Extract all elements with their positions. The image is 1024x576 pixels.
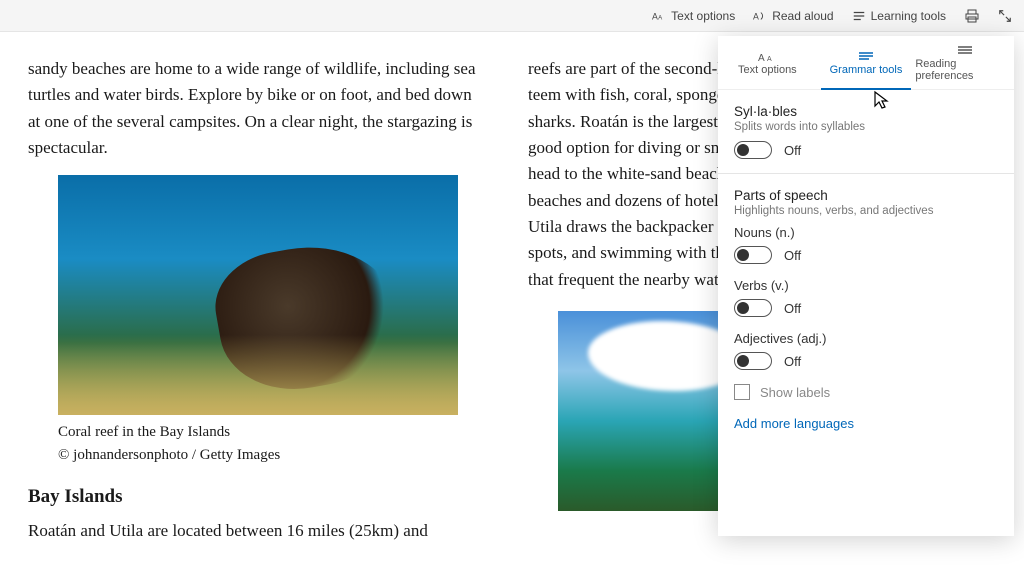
adjectives-toggle[interactable] <box>734 352 772 370</box>
svg-text:A: A <box>658 14 663 21</box>
show-labels-checkbox[interactable] <box>734 384 750 400</box>
article-paragraph: sandy beaches are home to a wide range o… <box>28 56 488 161</box>
figure-1: Coral reef in the Bay Islands © johnande… <box>58 175 488 466</box>
svg-text:A: A <box>758 53 765 62</box>
cursor-icon <box>872 90 892 110</box>
nouns-state: Off <box>784 248 801 263</box>
syllables-title: Syl·la·bles <box>734 104 998 119</box>
print-button[interactable] <box>964 8 980 24</box>
nouns-toggle-row: Off <box>734 246 998 264</box>
svg-text:A: A <box>652 11 658 21</box>
add-more-languages-link[interactable]: Add more languages <box>734 416 998 431</box>
panel-tabs: AA Text options Grammar tools Reading pr… <box>718 36 1014 90</box>
tab-grammar-tools[interactable]: Grammar tools <box>817 36 916 89</box>
adjectives-toggle-row: Off <box>734 352 998 370</box>
text-size-icon: AA <box>652 9 666 23</box>
adjectives-label: Adjectives (adj.) <box>734 331 998 346</box>
column-left: sandy beaches are home to a wide range o… <box>28 56 488 576</box>
nouns-label: Nouns (n.) <box>734 225 998 240</box>
syllables-desc: Splits words into syllables <box>734 121 998 133</box>
syllables-toggle[interactable] <box>734 141 772 159</box>
text-options-button[interactable]: AA Text options <box>652 9 735 23</box>
verbs-state: Off <box>784 301 801 316</box>
toolbar-label: Learning tools <box>871 9 946 23</box>
learning-tools-button[interactable]: Learning tools <box>852 9 946 23</box>
tab-reading-preferences[interactable]: Reading preferences <box>915 36 1014 89</box>
svg-text:A: A <box>753 11 759 21</box>
text-size-icon: AA <box>758 50 776 62</box>
lines-icon <box>852 9 866 23</box>
article-paragraph: Roatán and Utila are located between 16 … <box>28 518 488 544</box>
caption-line: © johnandersonphoto / Getty Images <box>58 444 488 467</box>
speaker-icon: A <box>753 9 767 23</box>
svg-text:A: A <box>767 56 772 62</box>
nouns-toggle[interactable] <box>734 246 772 264</box>
tab-label: Reading preferences <box>915 58 1014 82</box>
tab-label: Text options <box>738 64 797 76</box>
preferences-icon <box>956 44 974 56</box>
figure-caption: Coral reef in the Bay Islands © johnande… <box>58 421 488 466</box>
expand-icon <box>998 9 1012 23</box>
syllables-toggle-row: Off <box>734 141 998 159</box>
top-toolbar: AA Text options A Read aloud Learning to… <box>0 0 1024 32</box>
pos-title: Parts of speech <box>734 188 998 203</box>
verbs-label: Verbs (v.) <box>734 278 998 293</box>
syllables-state: Off <box>784 143 801 158</box>
print-icon <box>964 8 980 24</box>
read-aloud-button[interactable]: A Read aloud <box>753 9 833 23</box>
divider <box>718 173 1014 174</box>
grammar-icon <box>857 50 875 62</box>
fullscreen-button[interactable] <box>998 9 1012 23</box>
show-labels-row[interactable]: Show labels <box>734 384 998 400</box>
pos-desc: Highlights nouns, verbs, and adjectives <box>734 205 998 217</box>
coral-reef-image <box>58 175 458 415</box>
tab-label: Grammar tools <box>830 64 903 76</box>
show-labels-text: Show labels <box>760 385 830 400</box>
caption-line: Coral reef in the Bay Islands <box>58 421 488 444</box>
section-heading: Bay Islands <box>28 486 488 508</box>
verbs-toggle-row: Off <box>734 299 998 317</box>
adjectives-state: Off <box>784 354 801 369</box>
verbs-toggle[interactable] <box>734 299 772 317</box>
toolbar-label: Text options <box>671 9 735 23</box>
panel-body: Syl·la·bles Splits words into syllables … <box>718 90 1014 431</box>
learning-tools-panel: AA Text options Grammar tools Reading pr… <box>718 36 1014 536</box>
tab-text-options[interactable]: AA Text options <box>718 36 817 89</box>
toolbar-label: Read aloud <box>772 9 833 23</box>
